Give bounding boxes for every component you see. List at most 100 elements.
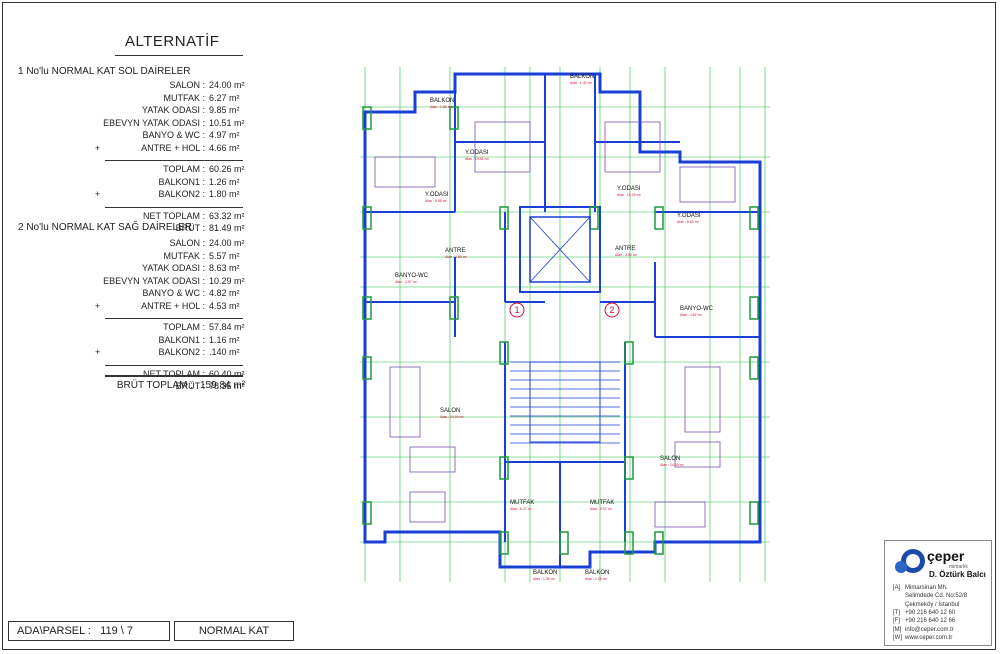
contact-tag: [W] bbox=[893, 634, 902, 641]
contact-text: Selimdede Cd. No:52/8 bbox=[905, 593, 968, 600]
firm-logo-block: çeper mimarlık D. Öztürk Balcı [A] Mimars… bbox=[884, 540, 992, 646]
area-label: EBEVYN YATAK ODASI : bbox=[103, 117, 205, 128]
furniture bbox=[679, 166, 736, 203]
room-name: BALKON bbox=[533, 570, 557, 576]
area-label: MUTFAK : bbox=[163, 250, 205, 261]
room-area: Alan : 10.29 m² bbox=[617, 193, 642, 197]
area-value: 8.63 m² bbox=[209, 263, 240, 273]
parcel-value: 119 \ 7 bbox=[100, 625, 133, 637]
room-area: Alan : 1.66 m² bbox=[430, 105, 453, 109]
section2-heading: 2 No'lu NORMAL KAT SAĞ DAİRELER bbox=[18, 222, 192, 233]
unit-marker-number: 1 bbox=[514, 305, 519, 315]
sum-rule bbox=[105, 364, 243, 366]
room-name: BANYO-WC bbox=[680, 306, 714, 312]
room-area: Alan : 5.57 m² bbox=[590, 507, 613, 511]
area-value: 57.84 m² bbox=[209, 322, 245, 332]
column bbox=[559, 531, 569, 555]
furniture bbox=[654, 501, 706, 528]
area-value: 1.80 m² bbox=[209, 189, 240, 199]
area-value: 10.51 m² bbox=[209, 117, 245, 128]
area-label: TOPLAM : bbox=[163, 164, 205, 174]
room-name: BALKON bbox=[585, 570, 609, 576]
brut-rule bbox=[105, 375, 243, 377]
room-name: Y.ODASI bbox=[617, 186, 641, 192]
contact-line: [T] +90 216 640 12 60 bbox=[893, 610, 955, 616]
area-label: BALKON1 : bbox=[158, 334, 205, 345]
contact-line: [M] info@ceper.com.tr bbox=[893, 627, 954, 633]
column bbox=[749, 356, 759, 380]
sum-rule bbox=[105, 206, 243, 208]
area-label: BALKON1 : bbox=[158, 176, 205, 187]
contact-tag: [M] bbox=[893, 626, 902, 633]
contact-line: [A] Mimarsinan Mh. bbox=[893, 585, 948, 591]
room-name: BALKON bbox=[430, 98, 454, 104]
firm-name: D. Öztürk Balcı bbox=[929, 570, 986, 579]
room-area: Alan : 10.51 m² bbox=[465, 157, 490, 161]
contact-line: [F] +90 216 640 12 66 bbox=[893, 618, 955, 624]
area-value: 9.85 m² bbox=[209, 105, 240, 115]
room-name: MUTFAK bbox=[510, 500, 534, 506]
firm-brand: çeper bbox=[927, 548, 965, 564]
column bbox=[749, 501, 759, 525]
furniture bbox=[409, 446, 456, 473]
furniture bbox=[409, 491, 446, 523]
room-area: Alan : 1.16 m² bbox=[585, 577, 608, 581]
floor-name: NORMAL KAT bbox=[198, 625, 270, 637]
area-value: 81.49 m² bbox=[209, 223, 245, 233]
plus-sign: + bbox=[95, 142, 101, 153]
area-label: SALON : bbox=[169, 238, 205, 248]
area-value: 4.97 m² bbox=[209, 130, 240, 140]
furniture bbox=[374, 156, 436, 188]
section1-heading: 1 No'lu NORMAL KAT SOL DAİRELER bbox=[18, 66, 191, 77]
room-area: Alan : 24.00 m² bbox=[660, 463, 685, 467]
bed bbox=[604, 121, 661, 173]
room-name: MUTFAK bbox=[590, 500, 614, 506]
contact-text: +90 216 640 12 66 bbox=[905, 618, 956, 625]
plus-sign: + bbox=[95, 300, 101, 311]
area-label: ANTRE + HOL : bbox=[141, 142, 205, 153]
floor-plan: 1 2BALKONAlan : 1.66 m²BALKONAlan : 1.40 … bbox=[360, 67, 770, 582]
bed bbox=[474, 121, 531, 173]
room-name: Y.ODASI bbox=[465, 150, 489, 156]
room-name: SALON bbox=[440, 408, 460, 414]
room-area: Alan : 4.53 m² bbox=[615, 253, 638, 257]
contact-text: www.ceper.com.tr bbox=[905, 634, 953, 641]
area-label: BANYO & WC : bbox=[142, 130, 205, 140]
column bbox=[624, 341, 634, 365]
area-value: 60.26 m² bbox=[209, 164, 245, 174]
contact-tag: [F] bbox=[893, 618, 900, 625]
area-value: .140 m² bbox=[209, 347, 240, 357]
area-value: 10.29 m² bbox=[209, 275, 245, 286]
area-value: 4.82 m² bbox=[209, 288, 240, 298]
area-label: SALON : bbox=[169, 80, 205, 90]
furniture bbox=[389, 366, 421, 438]
area-label: NET TOPLAM : bbox=[142, 210, 205, 221]
room-area: Alan : 4.82 m² bbox=[680, 313, 703, 317]
plus-sign: + bbox=[95, 189, 101, 199]
page-title: ALTERNATİF bbox=[125, 33, 220, 50]
firm-logo-icon bbox=[895, 549, 925, 573]
area-label: BALKON2 : bbox=[158, 347, 205, 357]
area-value: 63.32 m² bbox=[209, 210, 245, 221]
area-value: 60.40 m² bbox=[209, 368, 245, 379]
title-underline bbox=[115, 55, 243, 56]
furniture bbox=[684, 366, 721, 433]
floor-box: NORMAL KAT bbox=[174, 621, 294, 641]
area-label: TOPLAM : bbox=[163, 322, 205, 332]
room-name: SALON bbox=[660, 456, 680, 462]
area-label: BALKON2 : bbox=[158, 189, 205, 199]
area-label: NET TOPLAM : bbox=[142, 368, 205, 379]
room-area: Alan : 4.97 m² bbox=[395, 280, 418, 284]
parcel-box: ADA\PARSEL : 119 \ 7 bbox=[8, 621, 170, 641]
contact-line: Selimdede Cd. No:52/8 bbox=[893, 593, 967, 599]
plus-sign: + bbox=[95, 347, 101, 357]
contact-text: Çekmeköy / İstanbul bbox=[905, 601, 960, 608]
brut-total-label: BRÜT TOPLAM : bbox=[116, 380, 193, 391]
room-area: Alan : 9.85 m² bbox=[425, 199, 448, 203]
contact-line: [W] www.ceper.com.tr bbox=[893, 635, 952, 641]
room-area: Alan : 4.66 m² bbox=[445, 255, 468, 259]
exterior-wall bbox=[363, 72, 762, 569]
column bbox=[749, 206, 759, 230]
area-value: 1.26 m² bbox=[209, 176, 240, 187]
area-label: BANYO & WC : bbox=[142, 288, 205, 298]
